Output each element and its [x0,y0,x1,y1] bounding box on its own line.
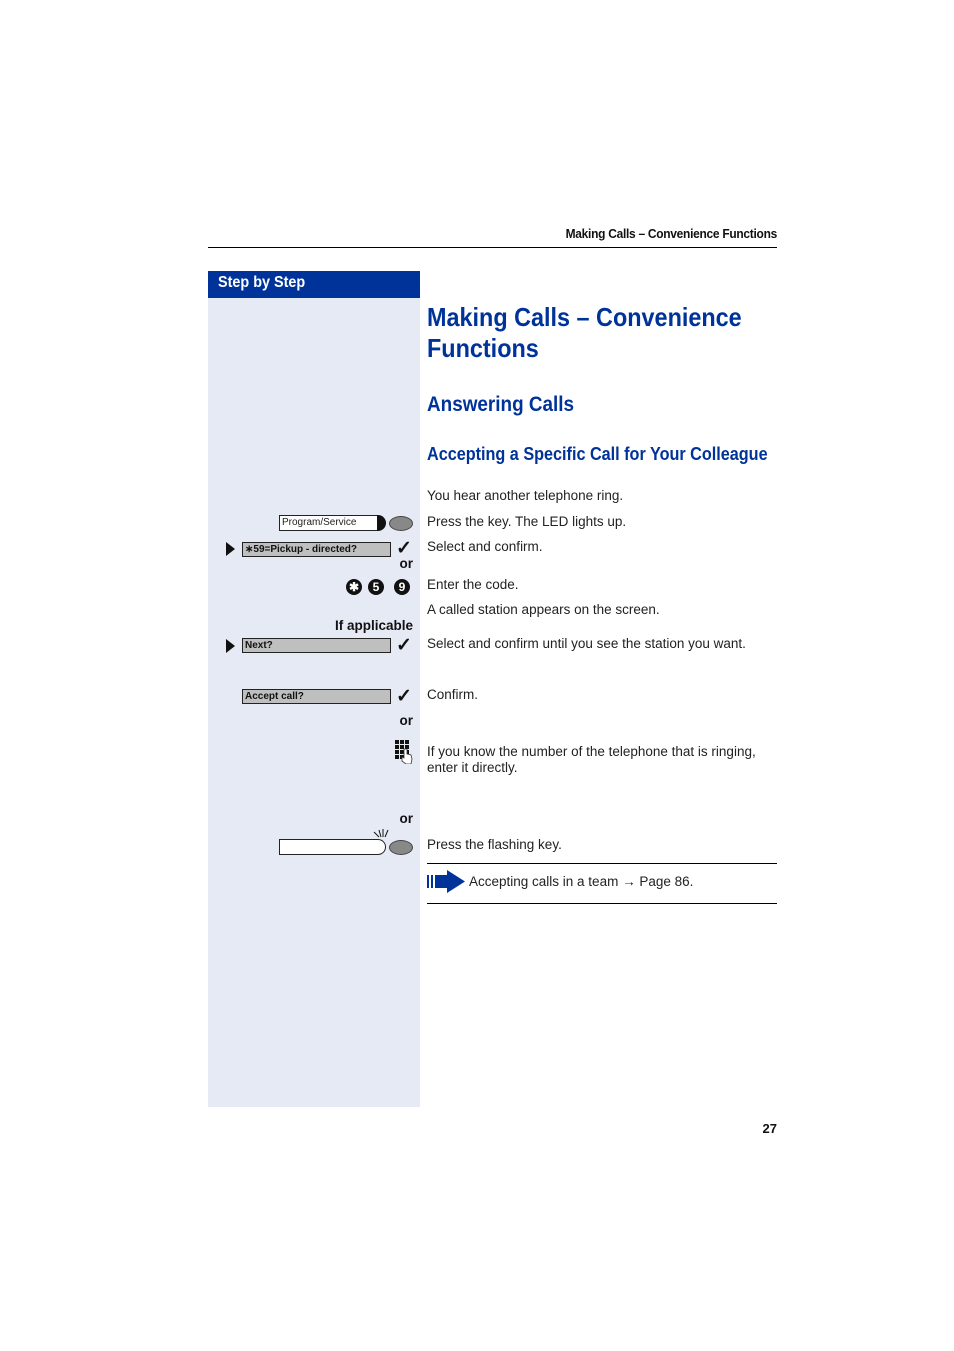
note-top-rule [427,863,777,864]
accept-instruction: Confirm. [427,687,479,702]
program-key-instruction: Press the key. The LED lights up. [427,514,627,529]
section-heading: Answering Calls [427,393,575,416]
or-label: or [399,713,414,728]
star-key-icon: ✱ [346,579,362,595]
keypad-instruction: If you know the number of the telephone … [427,744,756,775]
sidebar-title: Step by Step [218,274,306,291]
sidebar-header: Step by Step [208,271,420,298]
display-accept-call[interactable]: Accept call? [242,689,391,704]
subsection-heading: Accepting a Specific Call for Your Colle… [427,444,768,464]
next-instruction: Select and confirm until you see the sta… [427,636,746,651]
program-service-key[interactable]: Program/Service [279,515,378,531]
or-label: or [399,811,414,826]
if-applicable-label: If applicable [334,618,413,633]
scroll-arrow-icon[interactable] [226,639,235,653]
or-label: or [399,556,414,571]
scroll-arrow-icon[interactable] [226,542,235,556]
keypad-icon [395,740,413,764]
note-arrow-icon [427,870,465,893]
running-header: Making Calls – Convenience Functions [565,226,778,241]
note-text: Accepting calls in a team → Page 86. [469,874,693,889]
confirm-check-icon[interactable]: ✓ [396,636,412,655]
display-next[interactable]: Next? [242,638,391,653]
digit-9-key-icon: 9 [394,579,410,595]
led-icon [389,516,413,531]
note-arrow: → [622,874,636,889]
display-pickup-directed[interactable]: ∗59=Pickup - directed? [242,542,391,557]
code-instruction: Enter the code. [427,577,519,592]
flashing-key[interactable] [279,839,378,855]
page-title: Making Calls – Convenience Functions [427,302,742,363]
page-reference-link[interactable]: Page 86. [639,874,693,889]
confirm-check-icon[interactable]: ✓ [396,687,412,706]
page-number: 27 [762,1121,777,1136]
intro-text: You hear another telephone ring. [427,488,624,503]
note-bottom-rule [427,903,777,904]
led-icon [389,840,413,855]
digit-5-key-icon: 5 [368,579,384,595]
flashing-key-instruction: Press the flashing key. [427,837,562,852]
station-info-text: A called station appears on the screen. [427,602,660,617]
pickup-instruction: Select and confirm. [427,539,543,554]
header-rule [208,247,777,248]
note-label: Accepting calls in a team [469,874,619,889]
